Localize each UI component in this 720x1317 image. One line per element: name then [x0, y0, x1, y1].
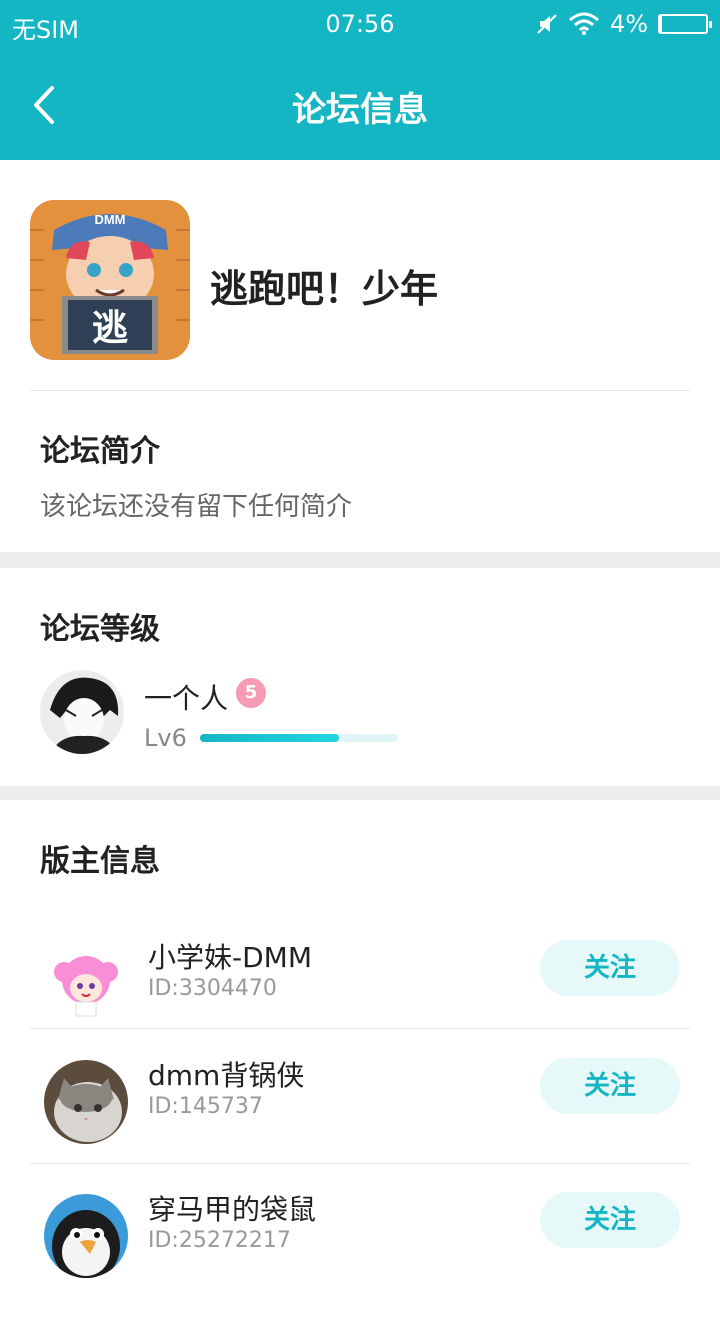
moderator-row[interactable]: 穿马甲的袋鼠 ID:25272217 关注 — [0, 1182, 720, 1317]
moderator-id: ID:145737 — [148, 1094, 263, 1119]
section-gap — [0, 552, 720, 568]
game-cap-text: DMM — [94, 212, 125, 227]
game-icon: DMM 逃 — [30, 200, 190, 360]
level-user-name: 一个人 — [144, 682, 229, 715]
level-user-avatar[interactable] — [40, 670, 124, 754]
moderator-name: dmm背锅侠 — [148, 1059, 305, 1092]
game-name: 逃跑吧！少年 — [210, 267, 439, 311]
section-gap — [0, 786, 720, 800]
level-progress-fill — [200, 734, 339, 742]
divider — [30, 1163, 690, 1164]
intro-title: 论坛简介 — [40, 434, 160, 469]
moderator-id: ID:3304470 — [148, 976, 277, 1001]
status-bar: 无SIM 07:56 4% — [0, 0, 720, 52]
follow-button[interactable]: 关注 — [540, 1192, 680, 1248]
follow-button[interactable]: 关注 — [540, 940, 680, 996]
top-bar: 无SIM 07:56 4% 论坛信息 — [0, 0, 720, 160]
status-icons: 4% — [536, 10, 712, 38]
badge-icon: 5 — [236, 678, 266, 708]
intro-text: 该论坛还没有留下任何简介 — [40, 492, 353, 522]
moderator-name: 小学妹-DMM — [148, 941, 312, 974]
battery-level — [660, 16, 662, 32]
level-progress-bar — [200, 734, 398, 742]
battery-percent: 4% — [609, 10, 648, 38]
mute-icon — [537, 14, 557, 34]
moderator-avatar[interactable] — [44, 1194, 128, 1278]
moderators-title: 版主信息 — [40, 844, 160, 879]
page-title: 论坛信息 — [292, 90, 428, 130]
forum-header: DMM 逃 逃跑吧！少年 — [0, 160, 720, 390]
moderator-row[interactable]: 小学妹-DMM ID:3304470 关注 — [0, 930, 720, 1065]
moderator-avatar[interactable] — [44, 942, 128, 1026]
nav-bar: 论坛信息 — [0, 52, 720, 160]
moderator-id: ID:25272217 — [148, 1228, 291, 1253]
battery-icon — [658, 14, 712, 34]
level-title: 论坛等级 — [40, 612, 160, 647]
follow-button[interactable]: 关注 — [540, 1058, 680, 1114]
divider — [30, 390, 690, 391]
moderator-avatar[interactable] — [44, 1060, 128, 1144]
level-label: Lv6 — [144, 724, 187, 752]
wifi-icon — [568, 12, 599, 35]
moderator-name: 穿马甲的袋鼠 — [148, 1193, 317, 1226]
divider — [30, 1028, 690, 1029]
game-icon-text: 逃 — [92, 308, 128, 349]
